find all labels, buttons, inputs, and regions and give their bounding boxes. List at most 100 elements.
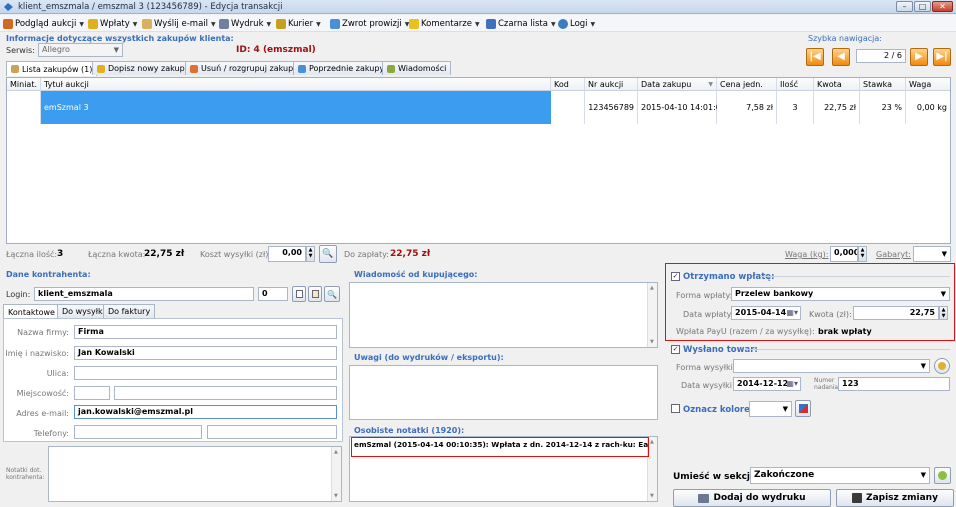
save-changes-button[interactable]: Zapisz zmiany xyxy=(836,489,954,507)
add-to-print-button[interactable]: Dodaj do wydruku xyxy=(673,489,831,507)
nav-next-button[interactable]: ▶ xyxy=(910,48,928,66)
payment-received-checkbox[interactable]: ✓ xyxy=(671,272,680,281)
shipping-cost-spinner[interactable]: ▲ ▼ xyxy=(306,246,315,262)
postal-code-input[interactable] xyxy=(74,386,110,400)
service-select[interactable]: Allegro ▼ xyxy=(38,43,123,57)
row-amount: 22,75 zł xyxy=(814,91,860,124)
login-input[interactable]: klient_emszmala xyxy=(34,287,254,301)
col-code[interactable]: Kod xyxy=(551,78,585,91)
menu-item-print[interactable]: Wydruk ▼ xyxy=(219,18,271,30)
remarks-title: Uwagi (do wydruków / eksportu): xyxy=(354,353,504,362)
menu-item-auction-preview[interactable]: Podgląd aukcji ▼ xyxy=(3,18,84,30)
shipping-form-refresh-button[interactable] xyxy=(934,358,950,374)
weight-input[interactable]: 0,000 xyxy=(830,246,858,262)
col-title[interactable]: Tytuł aukcji xyxy=(41,78,551,91)
calendar-icon[interactable]: ▦▾ xyxy=(786,379,798,388)
eraser-icon xyxy=(798,404,808,413)
col-rate[interactable]: Stawka xyxy=(860,78,906,91)
maximize-button[interactable]: □ xyxy=(914,1,931,12)
phone-input-1[interactable] xyxy=(74,425,202,439)
menu-item-courier[interactable]: Kurier ▼ xyxy=(276,18,321,30)
nav-last-button[interactable]: ▶| xyxy=(933,48,951,66)
col-quantity[interactable]: Ilość xyxy=(777,78,814,91)
payment-amount-spinner[interactable]: ▲ ▼ xyxy=(939,306,948,320)
clear-color-button[interactable] xyxy=(795,400,811,417)
email-input[interactable]: jan.kowalski@emszmal.pl xyxy=(74,405,337,419)
refresh-icon xyxy=(938,362,946,370)
shipment-divider xyxy=(745,349,950,350)
tab-purchase-list[interactable]: Lista zakupów (1) xyxy=(6,61,98,76)
tab-previous-purchases[interactable]: Poprzednie zakupy xyxy=(293,61,390,75)
shipping-cost-input[interactable]: 0,00 xyxy=(268,246,306,262)
subtab-invoice[interactable]: Do faktury xyxy=(103,304,156,318)
menu-item-payments[interactable]: Wpłaty ▼ xyxy=(88,18,137,30)
total-qty-value: 3 xyxy=(57,249,64,259)
search-login-button[interactable]: 🔍 xyxy=(324,286,340,302)
payment-date-picker[interactable]: 2015-04-14 ▦▾ xyxy=(731,306,801,320)
payment-date-label: Data wpłaty: xyxy=(683,310,734,319)
login-label: Login: xyxy=(6,290,31,299)
tab-remove-purchase[interactable]: Usuń / rozgrupuj zakup xyxy=(185,61,299,75)
nav-first-button[interactable]: |◀ xyxy=(806,48,824,66)
clock-icon xyxy=(558,19,568,29)
menu-item-comments[interactable]: Komentarze ▼ xyxy=(409,18,480,30)
shipping-date-picker[interactable]: 2014-12-12 ▦▾ xyxy=(733,377,801,391)
info-title: Informacje dotyczące wszystkich zakupów … xyxy=(6,34,234,43)
contractor-notes-textarea[interactable]: ▲ ▼ xyxy=(48,446,342,502)
shipping-date-label: Data wysyłki: xyxy=(681,381,735,390)
weight-spinner[interactable]: ▲ ▼ xyxy=(858,246,867,262)
payment-received-label: Otrzymano wpłatę: xyxy=(683,272,775,282)
personal-notes-title: Osobiste notatki (1920): xyxy=(354,426,465,435)
col-purchase-date[interactable]: Data zakupu ▼ xyxy=(638,78,717,91)
remarks-textarea[interactable] xyxy=(349,365,658,420)
color-select[interactable]: ▼ xyxy=(749,401,792,417)
col-amount[interactable]: Kwota xyxy=(814,78,860,91)
tracking-number-input[interactable]: 123 xyxy=(838,377,950,391)
menu-item-commission-refund[interactable]: Zwrot prowizji ▼ xyxy=(330,18,409,30)
window-title: klient_emszmala / emszmal 3 (123456789) … xyxy=(18,2,283,12)
calculate-shipping-button[interactable]: 🔍 xyxy=(319,245,337,263)
menu-bar: Podgląd aukcji ▼ Wpłaty ▼ Wyślij e-mail ▼ W… xyxy=(0,15,956,32)
courier-icon xyxy=(276,19,286,29)
color-mark-checkbox[interactable] xyxy=(671,404,680,413)
copy-login-button[interactable] xyxy=(292,286,306,302)
name-input[interactable]: Jan Kowalski xyxy=(74,346,337,360)
nav-page-field[interactable]: 2 / 6 xyxy=(856,49,906,63)
tab-add-purchase[interactable]: Dopisz nowy zakup xyxy=(92,61,190,75)
payment-form-select[interactable]: Przelew bankowy ▼ xyxy=(731,287,950,301)
comment-icon xyxy=(409,19,419,29)
row-thumbnail xyxy=(7,91,41,124)
shipping-form-select[interactable]: ▼ xyxy=(733,359,930,373)
subtab-contact[interactable]: Kontaktowe xyxy=(3,304,60,319)
goods-sent-checkbox[interactable]: ✓ xyxy=(671,345,680,354)
search-icon: 🔍 xyxy=(327,289,337,299)
buyer-message-box[interactable]: ▲ ▼ xyxy=(349,282,658,348)
company-input[interactable]: Firma xyxy=(74,325,337,339)
list-icon xyxy=(11,65,19,73)
size-select[interactable]: ▼ xyxy=(913,246,951,262)
payment-amount-input[interactable]: 22,75 xyxy=(853,306,939,320)
menu-item-blacklist[interactable]: Czarna lista ▼ xyxy=(486,18,556,30)
notes-scrollbar[interactable]: ▲ ▼ xyxy=(331,447,341,501)
phone-input-2[interactable] xyxy=(207,425,337,439)
paste-login-button[interactable] xyxy=(308,286,322,302)
street-input[interactable] xyxy=(74,366,337,380)
col-unit-price[interactable]: Cena jedn. xyxy=(717,78,777,91)
menu-item-send-email[interactable]: Wyślij e-mail ▼ xyxy=(142,18,216,30)
minimize-button[interactable]: – xyxy=(896,1,913,12)
close-button[interactable]: ✕ xyxy=(932,1,953,12)
tab-messages[interactable]: Wiadomości xyxy=(382,61,452,75)
section-select[interactable]: Zakończone ▼ xyxy=(750,467,930,484)
col-auction-no[interactable]: Nr aukcji xyxy=(585,78,638,91)
col-weight[interactable]: Waga xyxy=(906,78,950,91)
message-icon xyxy=(387,64,395,73)
col-thumbnail[interactable]: Miniat. xyxy=(7,78,41,91)
calendar-icon[interactable]: ▦▾ xyxy=(786,308,798,317)
add-section-button[interactable] xyxy=(934,467,951,484)
menu-item-logs[interactable]: Logi ▼ xyxy=(558,18,595,30)
city-input[interactable] xyxy=(114,386,337,400)
nav-prev-button[interactable]: ◀ xyxy=(832,48,850,66)
buyer-message-scrollbar[interactable]: ▲ ▼ xyxy=(647,283,657,347)
row-title: emSzmal 3 xyxy=(44,103,89,112)
subtab-shipping[interactable]: Do wysyłki xyxy=(57,304,110,318)
